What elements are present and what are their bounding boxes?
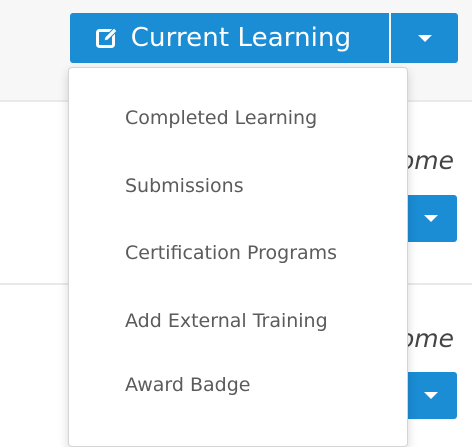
menu-item-certification-programs[interactable]: Certification Programs [125,242,337,264]
menu-item-submissions[interactable]: Submissions [125,175,244,197]
row-dropdown-button[interactable] [405,195,457,242]
caret-down-icon [417,34,432,42]
dropdown-menu: Completed Learning Submissions Certifica… [68,67,408,447]
menu-item-add-external-training[interactable]: Add External Training [125,310,328,332]
row-partial-text: ome [399,146,455,175]
caret-down-icon [424,392,438,399]
menu-item-completed-learning[interactable]: Completed Learning [125,107,317,129]
menu-item-award-badge[interactable]: Award Badge [125,374,250,396]
current-learning-split-button: Current Learning [70,13,458,63]
current-learning-button[interactable]: Current Learning [70,13,389,63]
row-dropdown-button[interactable] [405,372,457,419]
edit-icon [95,27,118,48]
dropdown-toggle-button[interactable] [391,13,458,63]
row-partial-text: ome [399,324,455,353]
current-learning-label: Current Learning [130,23,352,53]
caret-down-icon [424,215,438,222]
